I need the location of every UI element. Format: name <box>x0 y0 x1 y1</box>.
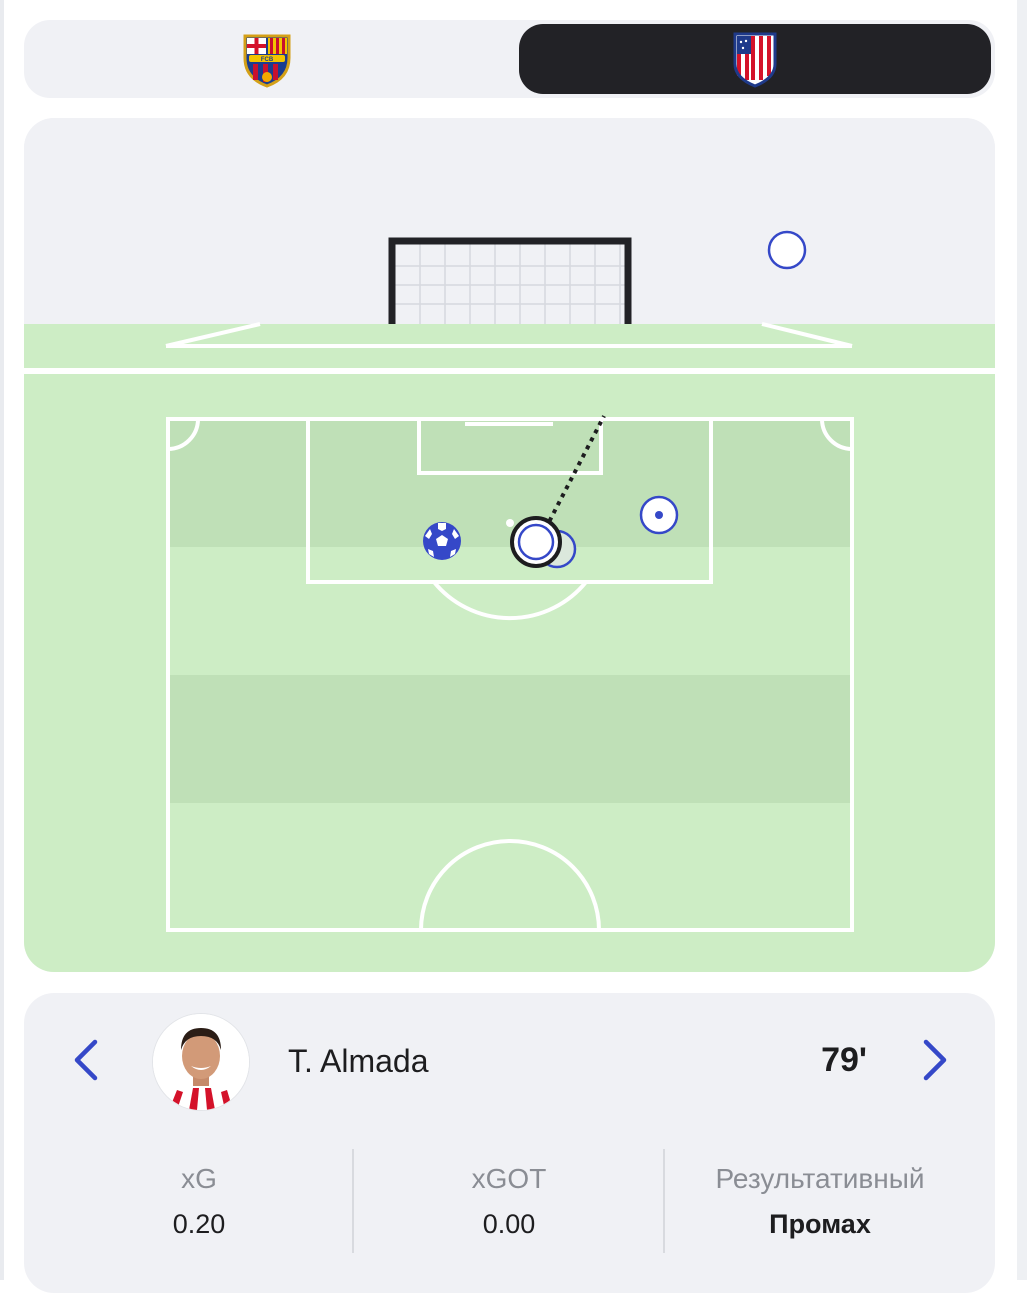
stat-label: Результативный <box>715 1163 925 1194</box>
tab-home-team[interactable]: FCB <box>28 24 506 94</box>
shot-target-marker <box>767 230 807 270</box>
stat-value: 0.00 <box>482 1209 536 1239</box>
shot-marker-inner <box>517 523 555 561</box>
player-name: T. Almada <box>288 1043 429 1079</box>
next-shot-button[interactable] <box>915 1035 955 1085</box>
goal-view-background <box>24 118 995 324</box>
team-switcher: FCB <box>24 20 995 98</box>
stat-value: Промах <box>769 1209 871 1239</box>
stat-label: xGOT <box>471 1163 547 1194</box>
view-separator <box>24 368 995 374</box>
shot-info-card: T. Almada 79' xG 0.20 xGOT 0.00 Результа… <box>24 993 995 1293</box>
tab-away-team[interactable] <box>519 24 991 94</box>
shot-minute: 79' <box>821 1041 867 1079</box>
player-avatar <box>152 1013 250 1111</box>
fc-barcelona-crest-icon: FCB <box>243 34 291 88</box>
ball-icon <box>423 522 461 560</box>
player-photo <box>153 1014 249 1110</box>
stat-value: 0.20 <box>172 1209 226 1239</box>
stat-label: xG <box>181 1163 217 1194</box>
stat-xgot: xGOT 0.00 <box>354 1163 664 1240</box>
svg-text:FCB: FCB <box>261 57 274 63</box>
chevron-right-icon <box>923 1039 947 1081</box>
pitch-drawing <box>24 118 995 972</box>
chevron-left-icon <box>74 1039 98 1081</box>
previous-shot-button[interactable] <box>66 1035 106 1085</box>
scrollbar-track[interactable] <box>1017 0 1027 1280</box>
pitch-stripe <box>170 675 852 803</box>
goalkeeper-marker-dot <box>655 511 663 519</box>
shot-map-pitch <box>24 118 995 972</box>
shot-origin-dot <box>506 519 514 527</box>
left-edge <box>0 0 4 1280</box>
stat-result: Результативный Промах <box>665 1163 975 1240</box>
pitch-stripe <box>170 419 852 547</box>
stat-xg: xG 0.20 <box>44 1163 354 1240</box>
atletico-madrid-crest-icon <box>733 32 777 88</box>
